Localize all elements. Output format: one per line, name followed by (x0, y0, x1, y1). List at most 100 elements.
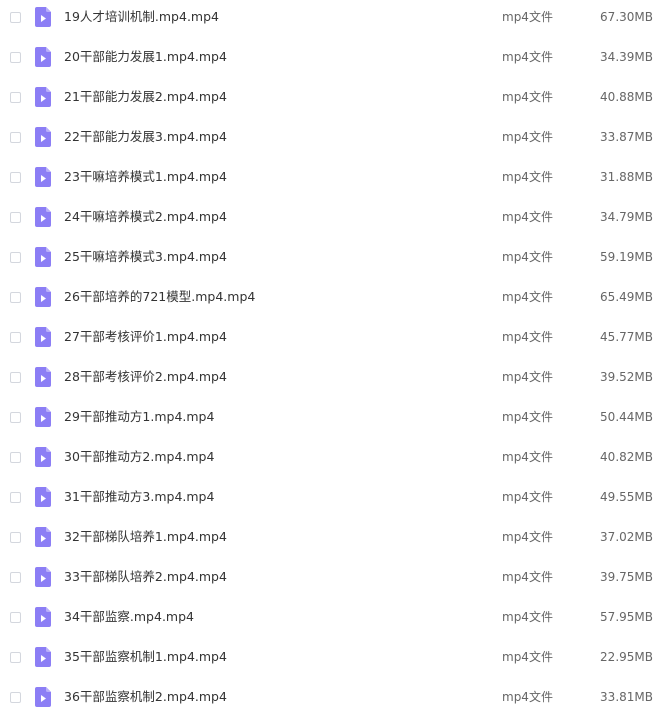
video-file-icon (35, 487, 51, 507)
file-name[interactable]: 19人才培训机制.mp4.mp4 (64, 9, 219, 25)
video-file-icon (35, 607, 51, 627)
row-checkbox[interactable] (10, 332, 21, 343)
video-file-icon (35, 127, 51, 147)
row-checkbox[interactable] (10, 252, 21, 263)
file-row[interactable]: 34干部监察.mp4.mp4 mp4文件 57.95MB (0, 600, 670, 640)
row-checkbox[interactable] (10, 132, 21, 143)
video-file-icon (35, 47, 51, 67)
video-file-icon (35, 367, 51, 387)
file-name[interactable]: 27干部考核评价1.mp4.mp4 (64, 329, 227, 345)
video-file-icon (35, 7, 51, 27)
file-name[interactable]: 24干嘛培养模式2.mp4.mp4 (64, 209, 227, 225)
video-file-icon (35, 207, 51, 227)
file-size: 22.95MB (600, 650, 653, 664)
file-type: mp4文件 (502, 250, 553, 264)
file-size: 50.44MB (600, 410, 653, 424)
file-row[interactable]: 31干部推动方3.mp4.mp4 mp4文件 49.55MB (0, 480, 670, 520)
file-name[interactable]: 25干嘛培养模式3.mp4.mp4 (64, 249, 227, 265)
file-name[interactable]: 29干部推动方1.mp4.mp4 (64, 409, 214, 425)
row-checkbox[interactable] (10, 12, 21, 23)
file-row[interactable]: 24干嘛培养模式2.mp4.mp4 mp4文件 34.79MB (0, 200, 670, 240)
file-row[interactable]: 19人才培训机制.mp4.mp4 mp4文件 67.30MB (0, 0, 670, 40)
file-name[interactable]: 26干部培养的721模型.mp4.mp4 (64, 289, 255, 305)
file-type: mp4文件 (502, 450, 553, 464)
video-file-icon (35, 447, 51, 467)
file-size: 57.95MB (600, 610, 653, 624)
file-name[interactable]: 28干部考核评价2.mp4.mp4 (64, 369, 227, 385)
video-file-icon (35, 687, 51, 707)
video-file-icon (35, 87, 51, 107)
file-type: mp4文件 (502, 410, 553, 424)
row-checkbox[interactable] (10, 452, 21, 463)
file-row[interactable]: 36干部监察机制2.mp4.mp4 mp4文件 33.81MB (0, 680, 670, 717)
file-row[interactable]: 26干部培养的721模型.mp4.mp4 mp4文件 65.49MB (0, 280, 670, 320)
file-type: mp4文件 (502, 690, 553, 704)
file-row[interactable]: 30干部推动方2.mp4.mp4 mp4文件 40.82MB (0, 440, 670, 480)
file-size: 39.52MB (600, 370, 653, 384)
file-size: 34.39MB (600, 50, 653, 64)
file-name[interactable]: 32干部梯队培养1.mp4.mp4 (64, 529, 227, 545)
file-row[interactable]: 21干部能力发展2.mp4.mp4 mp4文件 40.88MB (0, 80, 670, 120)
file-name[interactable]: 21干部能力发展2.mp4.mp4 (64, 89, 227, 105)
file-row[interactable]: 25干嘛培养模式3.mp4.mp4 mp4文件 59.19MB (0, 240, 670, 280)
file-type: mp4文件 (502, 50, 553, 64)
file-row[interactable]: 20干部能力发展1.mp4.mp4 mp4文件 34.39MB (0, 40, 670, 80)
file-name[interactable]: 36干部监察机制2.mp4.mp4 (64, 689, 227, 705)
file-size: 34.79MB (600, 210, 653, 224)
video-file-icon (35, 167, 51, 187)
video-file-icon (35, 647, 51, 667)
row-checkbox[interactable] (10, 572, 21, 583)
file-type: mp4文件 (502, 170, 553, 184)
file-list: 19人才培训机制.mp4.mp4 mp4文件 67.30MB 20干部能力发展1.mp… (0, 0, 670, 717)
file-size: 65.49MB (600, 290, 653, 304)
file-row[interactable]: 33干部梯队培养2.mp4.mp4 mp4文件 39.75MB (0, 560, 670, 600)
row-checkbox[interactable] (10, 612, 21, 623)
file-type: mp4文件 (502, 330, 553, 344)
file-size: 33.81MB (600, 690, 653, 704)
file-row[interactable]: 23干嘛培养模式1.mp4.mp4 mp4文件 31.88MB (0, 160, 670, 200)
file-type: mp4文件 (502, 490, 553, 504)
row-checkbox[interactable] (10, 172, 21, 183)
file-name[interactable]: 23干嘛培养模式1.mp4.mp4 (64, 169, 227, 185)
video-file-icon (35, 327, 51, 347)
file-type: mp4文件 (502, 130, 553, 144)
file-type: mp4文件 (502, 370, 553, 384)
file-name[interactable]: 31干部推动方3.mp4.mp4 (64, 489, 214, 505)
file-name[interactable]: 22干部能力发展3.mp4.mp4 (64, 129, 227, 145)
file-row[interactable]: 29干部推动方1.mp4.mp4 mp4文件 50.44MB (0, 400, 670, 440)
video-file-icon (35, 527, 51, 547)
file-row[interactable]: 27干部考核评价1.mp4.mp4 mp4文件 45.77MB (0, 320, 670, 360)
row-checkbox[interactable] (10, 92, 21, 103)
file-size: 33.87MB (600, 130, 653, 144)
row-checkbox[interactable] (10, 492, 21, 503)
file-size: 59.19MB (600, 250, 653, 264)
file-type: mp4文件 (502, 650, 553, 664)
row-checkbox[interactable] (10, 412, 21, 423)
file-row[interactable]: 22干部能力发展3.mp4.mp4 mp4文件 33.87MB (0, 120, 670, 160)
file-size: 45.77MB (600, 330, 653, 344)
file-name[interactable]: 20干部能力发展1.mp4.mp4 (64, 49, 227, 65)
row-checkbox[interactable] (10, 532, 21, 543)
file-name[interactable]: 35干部监察机制1.mp4.mp4 (64, 649, 227, 665)
file-row[interactable]: 32干部梯队培养1.mp4.mp4 mp4文件 37.02MB (0, 520, 670, 560)
file-size: 67.30MB (600, 10, 653, 24)
file-type: mp4文件 (502, 290, 553, 304)
row-checkbox[interactable] (10, 292, 21, 303)
file-name[interactable]: 34干部监察.mp4.mp4 (64, 609, 194, 625)
file-row[interactable]: 35干部监察机制1.mp4.mp4 mp4文件 22.95MB (0, 640, 670, 680)
file-size: 39.75MB (600, 570, 653, 584)
file-type: mp4文件 (502, 530, 553, 544)
file-row[interactable]: 28干部考核评价2.mp4.mp4 mp4文件 39.52MB (0, 360, 670, 400)
file-name[interactable]: 33干部梯队培养2.mp4.mp4 (64, 569, 227, 585)
row-checkbox[interactable] (10, 212, 21, 223)
row-checkbox[interactable] (10, 652, 21, 663)
file-size: 40.82MB (600, 450, 653, 464)
file-size: 37.02MB (600, 530, 653, 544)
row-checkbox[interactable] (10, 372, 21, 383)
row-checkbox[interactable] (10, 52, 21, 63)
video-file-icon (35, 287, 51, 307)
file-size: 31.88MB (600, 170, 653, 184)
file-name[interactable]: 30干部推动方2.mp4.mp4 (64, 449, 214, 465)
row-checkbox[interactable] (10, 692, 21, 703)
video-file-icon (35, 567, 51, 587)
